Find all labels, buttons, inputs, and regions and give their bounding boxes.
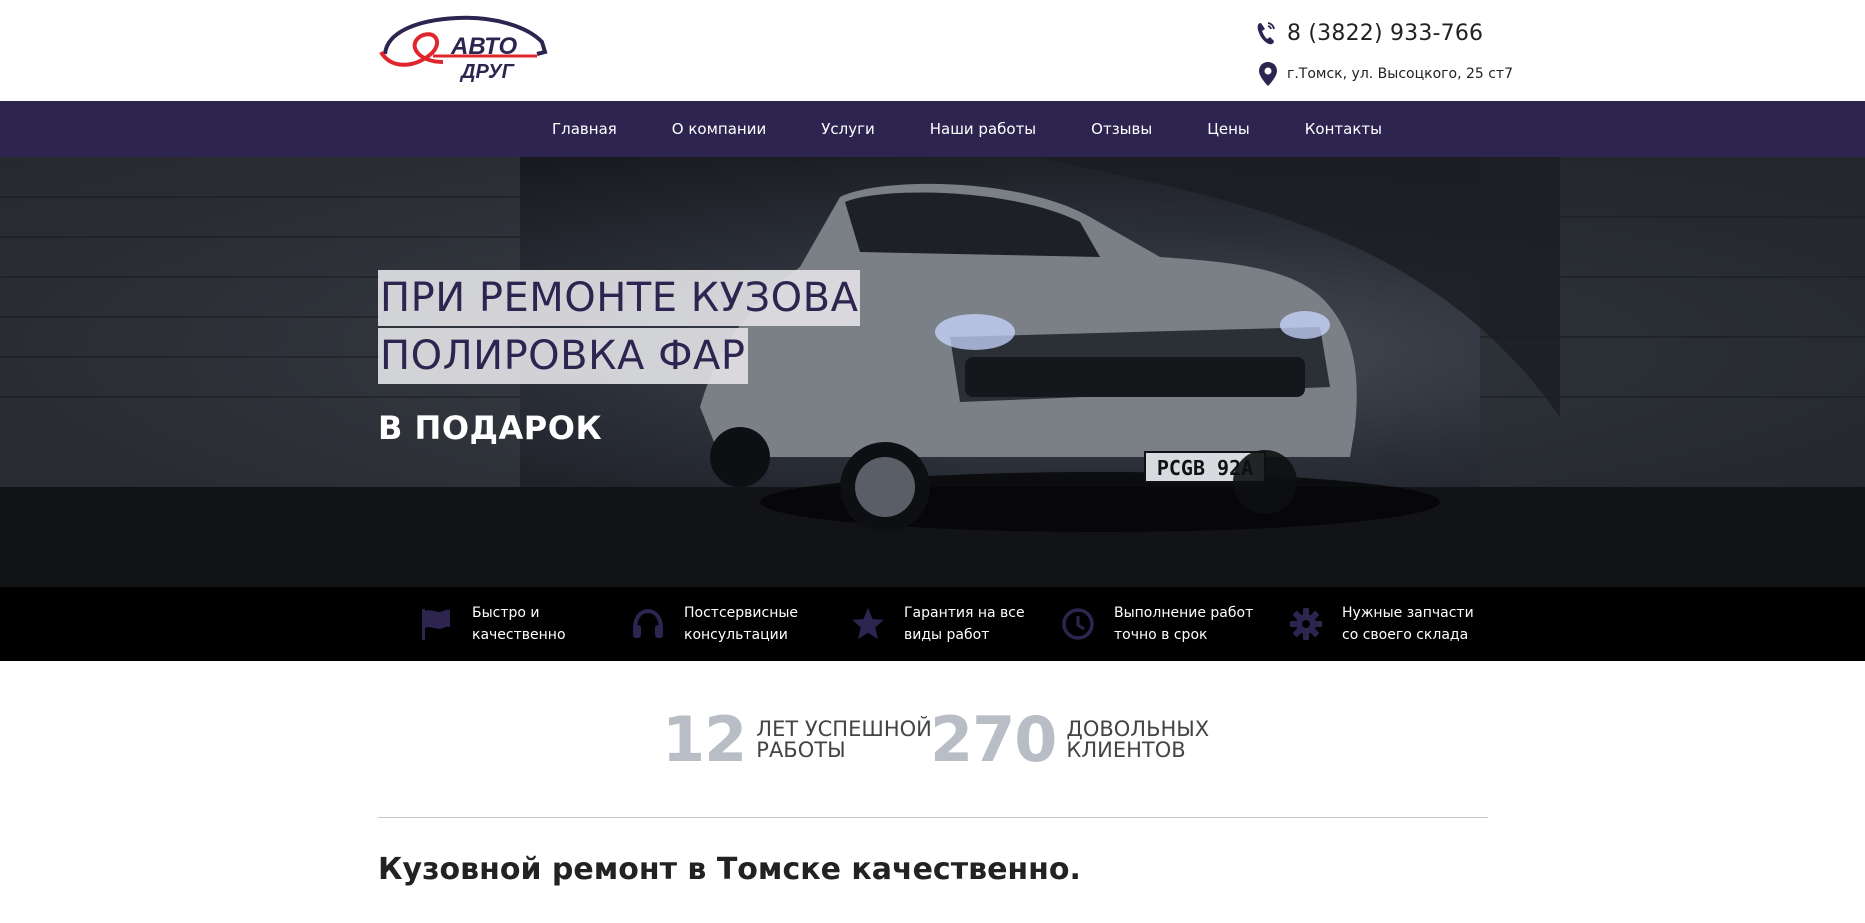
hero-car-image: PCGB 92A <box>0 157 1865 587</box>
stat-number: 270 <box>930 703 1057 776</box>
phone-number[interactable]: 8 (3822) 933-766 <box>1287 21 1483 46</box>
site-header: АВТО ДРУГ 8 (3822) 933-766 г.Томск, ул. … <box>0 0 1865 101</box>
nav-item-services[interactable]: Услуги <box>821 120 874 138</box>
feature-item: Быстро и качественно <box>418 587 612 661</box>
feature-item: Гарантия на все виды работ <box>850 587 1044 661</box>
feature-text-line1: Гарантия на все <box>904 605 1025 621</box>
nav-item-about[interactable]: О компании <box>672 120 766 138</box>
main-nav: Главная О компании Услуги Наши работы От… <box>0 101 1865 157</box>
feature-text-line1: Нужные запчасти <box>1342 605 1474 621</box>
feature-text-line2: качественно <box>472 627 566 643</box>
nav-item-reviews[interactable]: Отзывы <box>1091 120 1152 138</box>
feature-text-line2: консультации <box>684 627 788 643</box>
feature-item: Нужные запчасти со своего склада <box>1288 587 1482 661</box>
nav-item-works[interactable]: Наши работы <box>930 120 1036 138</box>
header-address: г.Томск, ул. Высоцкого, 25 ст7 <box>1258 61 1513 87</box>
feature-text-line2: точно в срок <box>1114 627 1208 643</box>
nav-item-contacts[interactable]: Контакты <box>1305 120 1382 138</box>
feature-text-line1: Быстро и <box>472 605 540 621</box>
stat-label-line2: РАБОТЫ <box>756 738 846 762</box>
feature-item: Выполнение работ точно в срок <box>1060 587 1254 661</box>
hero-headline-line1: ПРИ РЕМОНТЕ КУЗОВА <box>378 270 861 326</box>
stat-clients: 270 ДОВОЛЬНЫХ КЛИЕНТОВ <box>930 700 1246 780</box>
stat-label-line2: КЛИЕНТОВ <box>1066 738 1186 762</box>
phone-icon <box>1255 20 1277 46</box>
stat-number: 12 <box>662 703 747 776</box>
stats-section: 12 ЛЕТ УСПЕШНОЙ РАБОТЫ 270 ДОВОЛЬНЫХ КЛИЕН… <box>0 700 1865 780</box>
nav-item-home[interactable]: Главная <box>552 120 617 138</box>
features-strip: Быстро и качественно Постсервисные консуль… <box>0 587 1865 661</box>
logo[interactable]: АВТО ДРУГ <box>377 12 552 82</box>
gear-icon <box>1288 606 1324 642</box>
feature-text-line1: Выполнение работ <box>1114 605 1254 621</box>
logo-text-top: АВТО <box>450 33 517 60</box>
feature-item: Постсервисные консультации <box>630 587 824 661</box>
hero-banner: PCGB 92A ПРИ РЕМОНТЕ КУЗОВА ПОЛИРОВКА ФА… <box>0 157 1865 587</box>
flag-icon <box>418 606 454 642</box>
logo-text-bottom: ДРУГ <box>459 61 516 82</box>
feature-text-line2: виды работ <box>904 627 990 643</box>
clock-icon <box>1060 606 1096 642</box>
nav-item-prices[interactable]: Цены <box>1207 120 1250 138</box>
section-title: Кузовной ремонт в Томске качественно. <box>378 852 1081 887</box>
hero-headline-line2: ПОЛИРОВКА ФАР <box>378 328 748 384</box>
address-text: г.Томск, ул. Высоцкого, 25 ст7 <box>1287 66 1513 82</box>
stat-years: 12 ЛЕТ УСПЕШНОЙ РАБОТЫ <box>662 700 936 780</box>
headphones-icon <box>630 606 666 642</box>
feature-text-line2: со своего склада <box>1342 627 1469 643</box>
section-divider <box>378 817 1488 818</box>
header-phone[interactable]: 8 (3822) 933-766 <box>1255 18 1483 48</box>
star-icon <box>850 606 886 642</box>
feature-text-line1: Постсервисные <box>684 605 799 621</box>
hero-gift-text: В ПОДАРОК <box>378 409 603 447</box>
map-marker-icon <box>1258 61 1278 87</box>
